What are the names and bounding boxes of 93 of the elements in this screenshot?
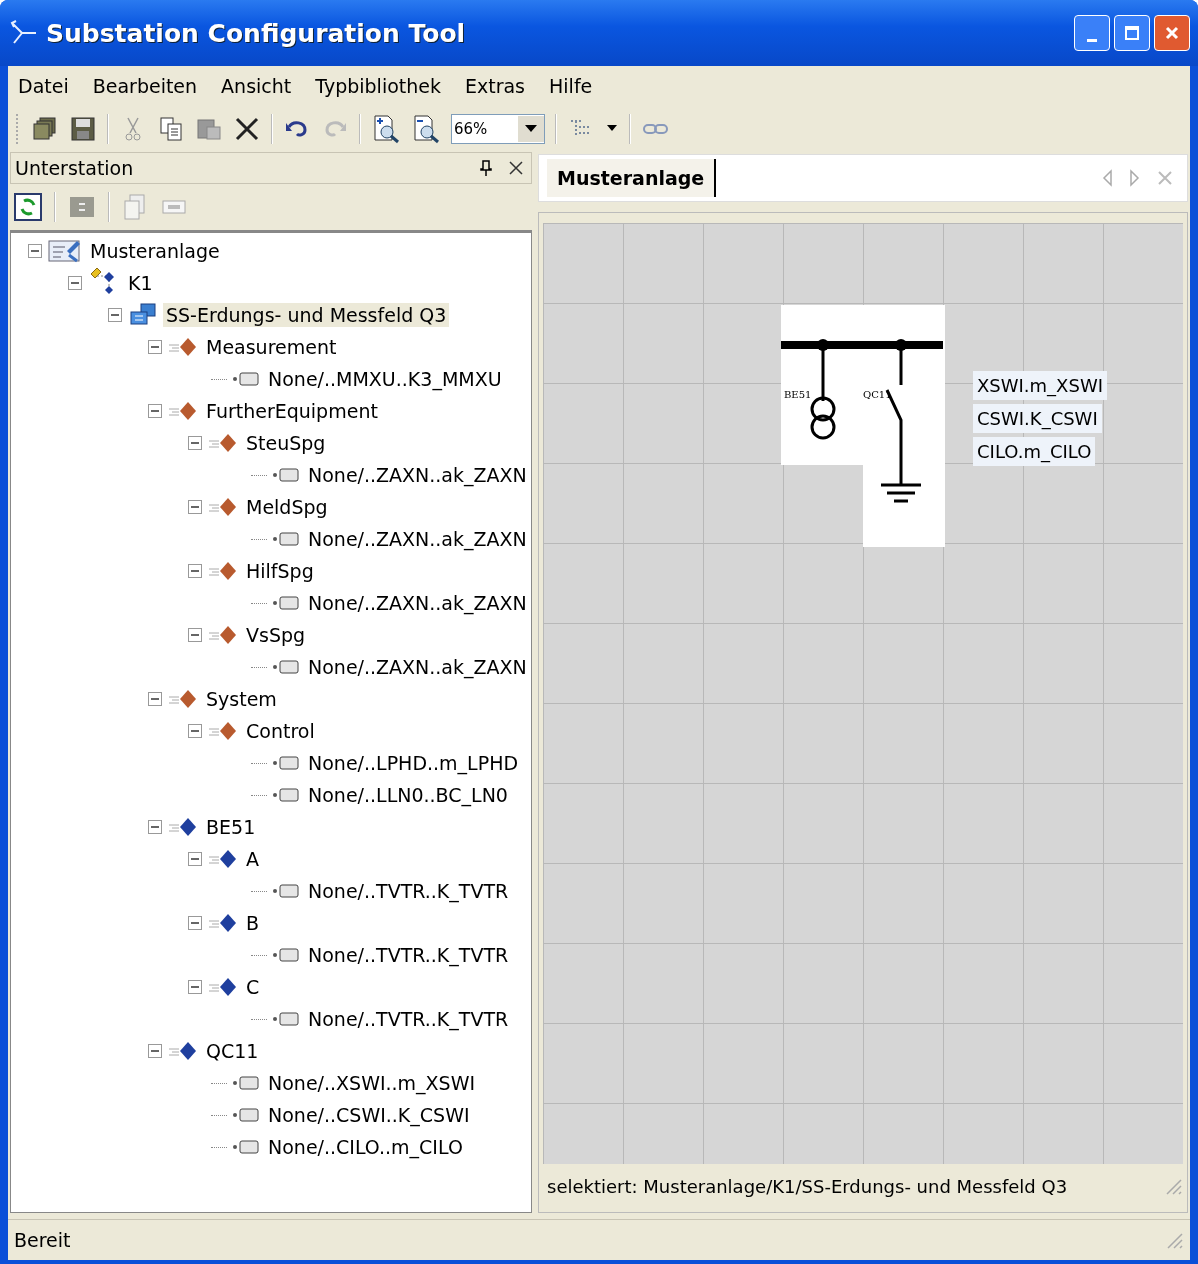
zoom-in-icon[interactable] bbox=[371, 114, 401, 144]
menu-item[interactable]: Hilfe bbox=[549, 75, 593, 97]
tree-item[interactable]: K1 bbox=[125, 271, 156, 295]
node-icon bbox=[231, 1074, 261, 1092]
tree-item[interactable]: None/..CILO..m_CILO bbox=[265, 1135, 466, 1159]
menu-item[interactable]: Ansicht bbox=[221, 75, 292, 97]
collapse-icon[interactable] bbox=[187, 563, 203, 579]
tree-item[interactable]: FurtherEquipment bbox=[203, 399, 381, 423]
bay-icon bbox=[127, 302, 159, 328]
selection-text: selektiert: Musteranlage/K1/SS-Erdungs- und Messfeld Q3 bbox=[547, 1175, 1068, 1197]
save-icon[interactable] bbox=[69, 115, 97, 143]
window-title: Substation Configuration Tool bbox=[46, 18, 467, 48]
menu-item[interactable]: Datei bbox=[18, 75, 69, 97]
collapse-icon[interactable] bbox=[187, 627, 203, 643]
tree-item[interactable]: None/..ZAXN..ak_ZAXN bbox=[305, 655, 530, 679]
station-icon bbox=[47, 237, 83, 265]
node-icon bbox=[271, 466, 301, 484]
tree-item[interactable]: C bbox=[243, 975, 263, 999]
tree-item[interactable]: B bbox=[243, 911, 263, 935]
collapse-icon[interactable] bbox=[67, 275, 83, 291]
tree-item[interactable]: None/..TVTR..K_TVTR bbox=[305, 1007, 512, 1031]
tree-item[interactable]: A bbox=[243, 847, 262, 871]
tree-item[interactable]: None/..ZAXN..ak_ZAXN bbox=[305, 591, 530, 615]
collapse-icon[interactable] bbox=[147, 691, 163, 707]
node-icon bbox=[271, 594, 301, 612]
collapse-icon[interactable] bbox=[147, 339, 163, 355]
tree-item[interactable]: System bbox=[203, 687, 280, 711]
tree-item[interactable]: SteuSpg bbox=[243, 431, 329, 455]
zoom-out-icon[interactable] bbox=[411, 114, 441, 144]
tree-item[interactable]: None/..TVTR..K_TVTR bbox=[305, 879, 512, 903]
collapse-icon[interactable] bbox=[147, 403, 163, 419]
menu-item[interactable]: Extras bbox=[464, 75, 526, 97]
collapse-icon[interactable] bbox=[187, 851, 203, 867]
tree-item[interactable]: None/..ZAXN..ak_ZAXN bbox=[305, 527, 530, 551]
collapse-icon[interactable] bbox=[187, 915, 203, 931]
panel-title: Unterstation bbox=[15, 157, 135, 179]
node-icon bbox=[271, 754, 301, 772]
node-icon bbox=[271, 786, 301, 804]
collapse-icon[interactable] bbox=[187, 979, 203, 995]
menu-item[interactable]: Typbibliothek bbox=[315, 75, 441, 97]
tree-item[interactable]: Measurement bbox=[203, 335, 340, 359]
tree-item[interactable]: None/..LPHD..m_LPHD bbox=[305, 751, 522, 775]
minimize-button[interactable] bbox=[1074, 15, 1110, 51]
equipment-label: BE51 bbox=[784, 389, 812, 400]
node-icon bbox=[231, 1138, 261, 1156]
tree-item[interactable]: None/..ZAXN..ak_ZAXN bbox=[305, 463, 530, 487]
maximize-button[interactable] bbox=[1114, 15, 1150, 51]
document-tab[interactable]: Musteranlage bbox=[547, 159, 717, 197]
pin-icon[interactable] bbox=[479, 159, 493, 177]
tree-item[interactable]: Control bbox=[243, 719, 318, 743]
tree-item[interactable]: VsSpg bbox=[243, 623, 309, 647]
collapse-icon[interactable] bbox=[147, 1043, 163, 1059]
node-label[interactable]: CILO.m_CILO bbox=[973, 437, 1096, 466]
collapse-icon[interactable] bbox=[187, 435, 203, 451]
close-icon[interactable] bbox=[509, 161, 523, 175]
collapse-icon[interactable] bbox=[187, 723, 203, 739]
node-icon bbox=[271, 1010, 301, 1028]
collapse-icon[interactable] bbox=[187, 499, 203, 515]
maximize-icon bbox=[1124, 25, 1140, 41]
node-icon bbox=[231, 1106, 261, 1124]
collapse-icon[interactable] bbox=[107, 307, 123, 323]
menu-item[interactable]: Bearbeiten bbox=[92, 75, 198, 97]
caret-icon[interactable] bbox=[607, 125, 619, 133]
tree-item[interactable]: None/..LLN0..BC_LN0 bbox=[305, 783, 511, 807]
tree-item[interactable]: None/..XSWI..m_XSWI bbox=[265, 1071, 479, 1095]
zoom-dropdown[interactable]: 66% bbox=[451, 114, 545, 144]
node-icon bbox=[271, 946, 301, 964]
tree-item[interactable]: None/..CSWI..K_CSWI bbox=[265, 1103, 473, 1127]
node-icon bbox=[271, 882, 301, 900]
node-icon bbox=[231, 370, 261, 388]
close-button[interactable] bbox=[1154, 15, 1190, 51]
node-icon bbox=[271, 530, 301, 548]
node-label[interactable]: CSWI.K_CSWI bbox=[973, 404, 1102, 433]
tree-item[interactable]: None/..TVTR..K_TVTR bbox=[305, 943, 512, 967]
refresh-icon[interactable] bbox=[14, 193, 42, 221]
copy-icon[interactable] bbox=[157, 115, 185, 143]
collapse-icon[interactable] bbox=[27, 243, 43, 259]
windows-icon[interactable] bbox=[31, 115, 59, 143]
minimize-icon bbox=[1087, 38, 1097, 42]
dropdown-arrow-icon bbox=[525, 125, 537, 133]
tree-item[interactable]: Musteranlage bbox=[87, 239, 223, 263]
tree-item[interactable]: None/..MMXU..K3_MMXU bbox=[265, 367, 505, 391]
node-icon bbox=[271, 658, 301, 676]
tree-item[interactable]: QC11 bbox=[203, 1039, 262, 1063]
tree-item[interactable]: MeldSpg bbox=[243, 495, 331, 519]
tree-item[interactable]: HilfSpg bbox=[243, 559, 317, 583]
status-text: Bereit bbox=[14, 1229, 71, 1251]
collapse-icon[interactable] bbox=[147, 819, 163, 835]
close-icon bbox=[1164, 25, 1180, 41]
node-label[interactable]: XSWI.m_XSWI bbox=[973, 371, 1107, 400]
delete-icon[interactable] bbox=[233, 115, 261, 143]
tree-item[interactable]: BE51 bbox=[203, 815, 259, 839]
tree-item[interactable]: SS-Erdungs- und Messfeld Q3 bbox=[163, 303, 450, 327]
